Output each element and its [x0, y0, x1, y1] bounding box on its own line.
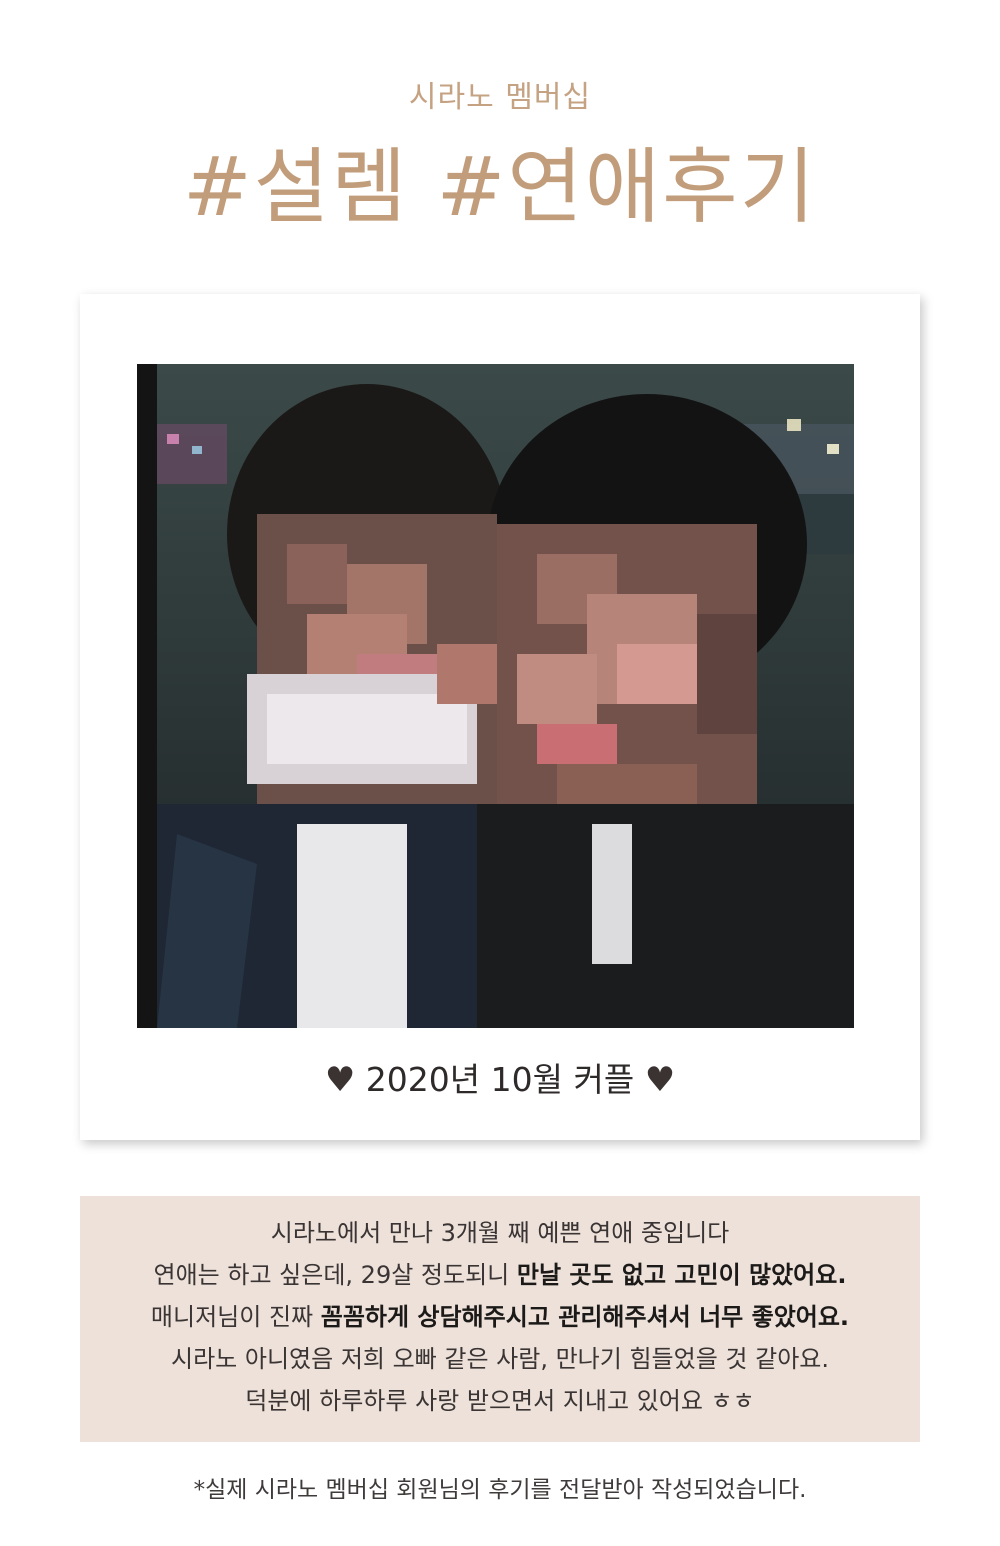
membership-label: 시라노 멤버십	[408, 80, 592, 115]
review-line: 시라노 아니였음 저희 오빠 같은 사람, 만나기 힘들었을 것 같아요.	[171, 1345, 829, 1373]
heart-icon: ♥	[644, 1060, 676, 1100]
review-box: 시라노에서 만나 3개월 째 예쁜 연애 중입니다 연애는 하고 싶은데, 29…	[80, 1196, 920, 1442]
review-line: 매니저님이 진짜 꼼꼼하게 상담해주시고 관리해주셔서 너무 좋았어요.	[80, 1296, 920, 1338]
couple-photo-image	[137, 364, 854, 1028]
review-line-plain: 매니저님이 진짜	[150, 1303, 321, 1331]
couple-date-label: 2020년 10월 커플	[365, 1060, 635, 1099]
review-line-emphasis: 꼼꼼하게 상담해주시고 관리해주셔서 너무 좋았어요.	[320, 1303, 850, 1331]
review-line: 덕분에 하루하루 사랑 받으면서 지내고 있어요 ㅎㅎ	[245, 1387, 755, 1415]
review-line: 시라노에서 만나 3개월 째 예쁜 연애 중입니다	[270, 1219, 730, 1247]
review-line: 연애는 하고 싶은데, 29살 정도되니 만날 곳도 없고 고민이 많았어요.	[80, 1254, 920, 1296]
review-text: 시라노에서 만나 3개월 째 예쁜 연애 중입니다 연애는 하고 싶은데, 29…	[80, 1212, 920, 1422]
couple-photo	[137, 364, 854, 1028]
review-line-emphasis: 만날 곳도 없고 고민이 많았어요.	[516, 1261, 847, 1289]
disclaimer-footnote: *실제 시라노 멤버십 회원님의 후기를 전달받아 작성되었습니다.	[193, 1477, 807, 1503]
photo-caption: ♥ 2020년 10월 커플 ♥	[80, 1060, 920, 1100]
page-title: #설렘 #연애후기	[182, 140, 818, 235]
review-line-plain: 연애는 하고 싶은데, 29살 정도되니	[153, 1261, 517, 1289]
heart-icon: ♥	[324, 1060, 356, 1100]
polaroid-card: ♥ 2020년 10월 커플 ♥	[80, 294, 920, 1140]
review-page: 시라노 멤버십 #설렘 #연애후기 ♥ 2020년 10월 커플 ♥ 시라노에서…	[0, 0, 1000, 1546]
